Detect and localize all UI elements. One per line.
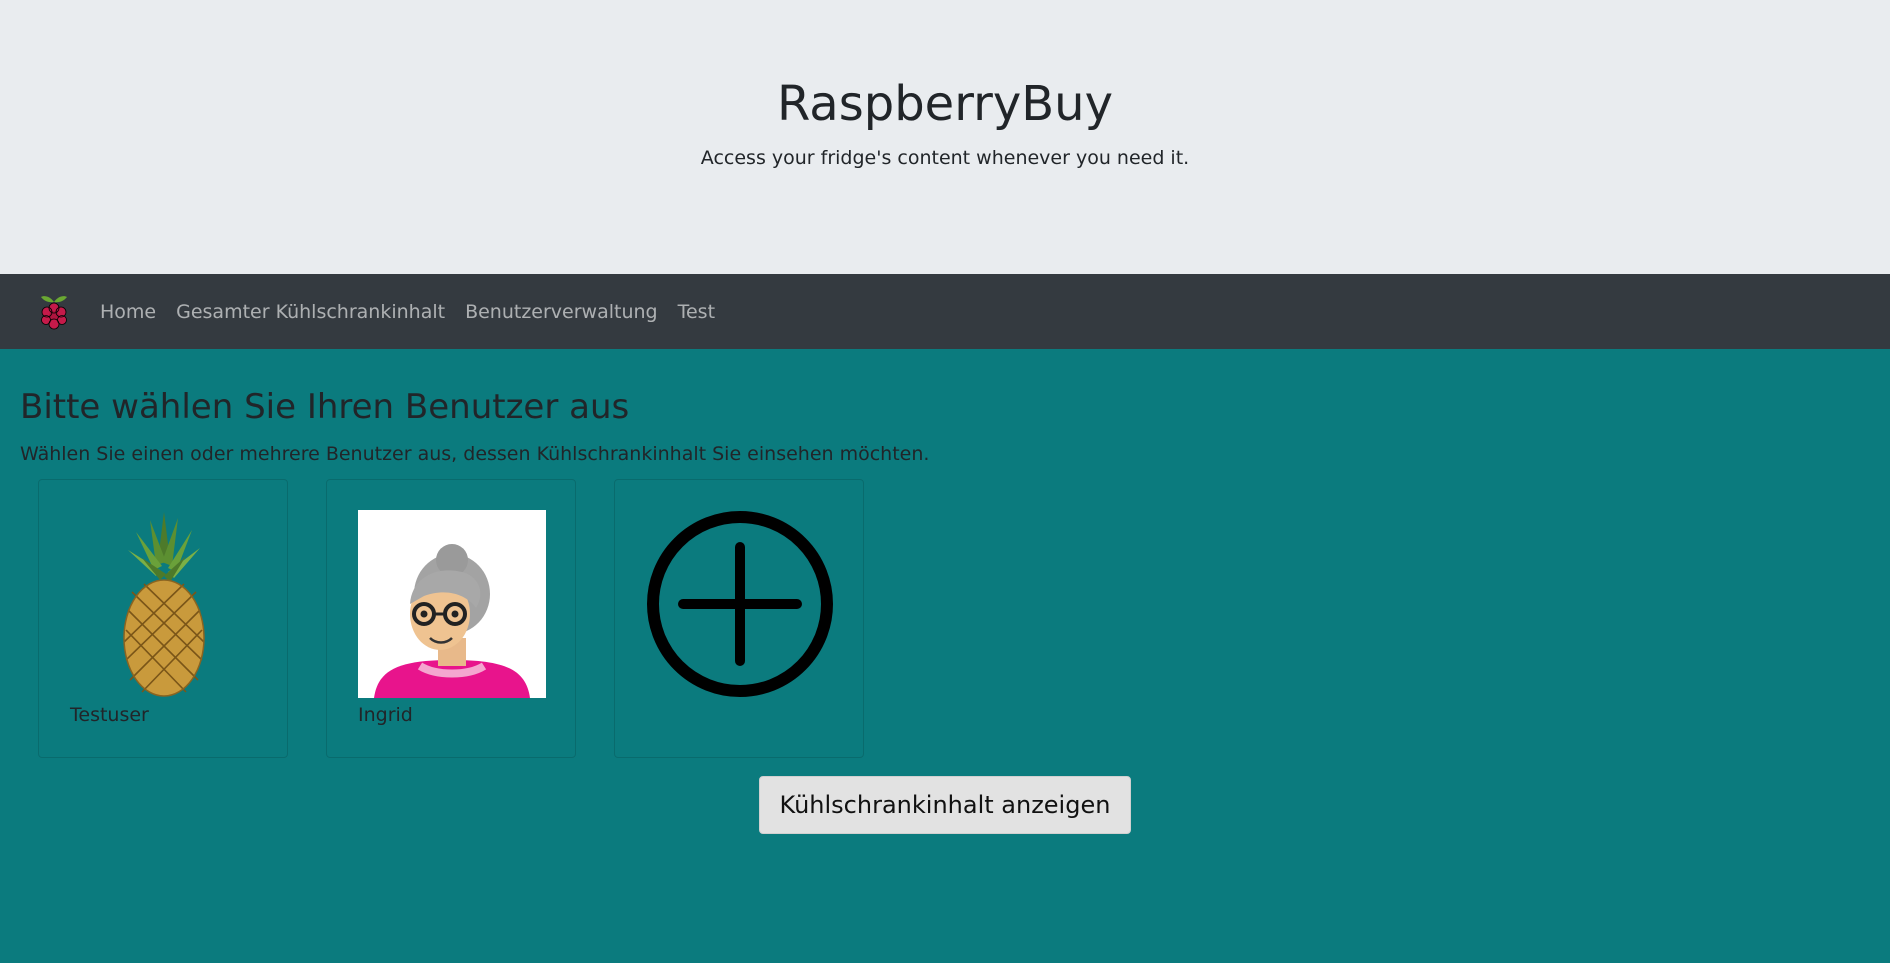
- user-card-ingrid[interactable]: Ingrid: [326, 479, 576, 758]
- nav-test[interactable]: Test: [678, 301, 715, 323]
- submit-wrapper: Kühlschrankinhalt anzeigen: [20, 776, 1870, 834]
- page-subtitle: Access your fridge's content whenever yo…: [700, 146, 1190, 169]
- navbar: Home Gesamter Kühlschrankinhalt Benutzer…: [0, 274, 1890, 349]
- nav-home[interactable]: Home: [100, 301, 156, 323]
- section-heading: Bitte wählen Sie Ihren Benutzer aus: [20, 387, 630, 427]
- main-content: Bitte wählen Sie Ihren Benutzer aus Wähl…: [0, 349, 1890, 834]
- header-jumbotron: RaspberryBuy Access your fridge's conten…: [0, 0, 1890, 274]
- pineapple-icon: [70, 510, 258, 698]
- section-description: Wählen Sie einen oder mehrere Benutzer a…: [20, 443, 930, 465]
- add-user-card[interactable]: [614, 479, 864, 758]
- page-title: RaspberryBuy: [777, 76, 1113, 132]
- nav-user-management[interactable]: Benutzerverwaltung: [465, 301, 658, 323]
- user-card-testuser[interactable]: Testuser: [38, 479, 288, 758]
- user-name: Testuser: [70, 704, 149, 726]
- plus-circle-icon: [646, 510, 834, 698]
- grandmother-avatar-icon: [358, 510, 546, 698]
- nav-fridge-content[interactable]: Gesamter Kühlschrankinhalt: [176, 301, 445, 323]
- user-name: Ingrid: [358, 704, 413, 726]
- raspberry-icon[interactable]: [36, 291, 72, 333]
- user-card-list: Testuser Ingrid: [20, 479, 1870, 758]
- show-fridge-content-button[interactable]: Kühlschrankinhalt anzeigen: [758, 776, 1132, 834]
